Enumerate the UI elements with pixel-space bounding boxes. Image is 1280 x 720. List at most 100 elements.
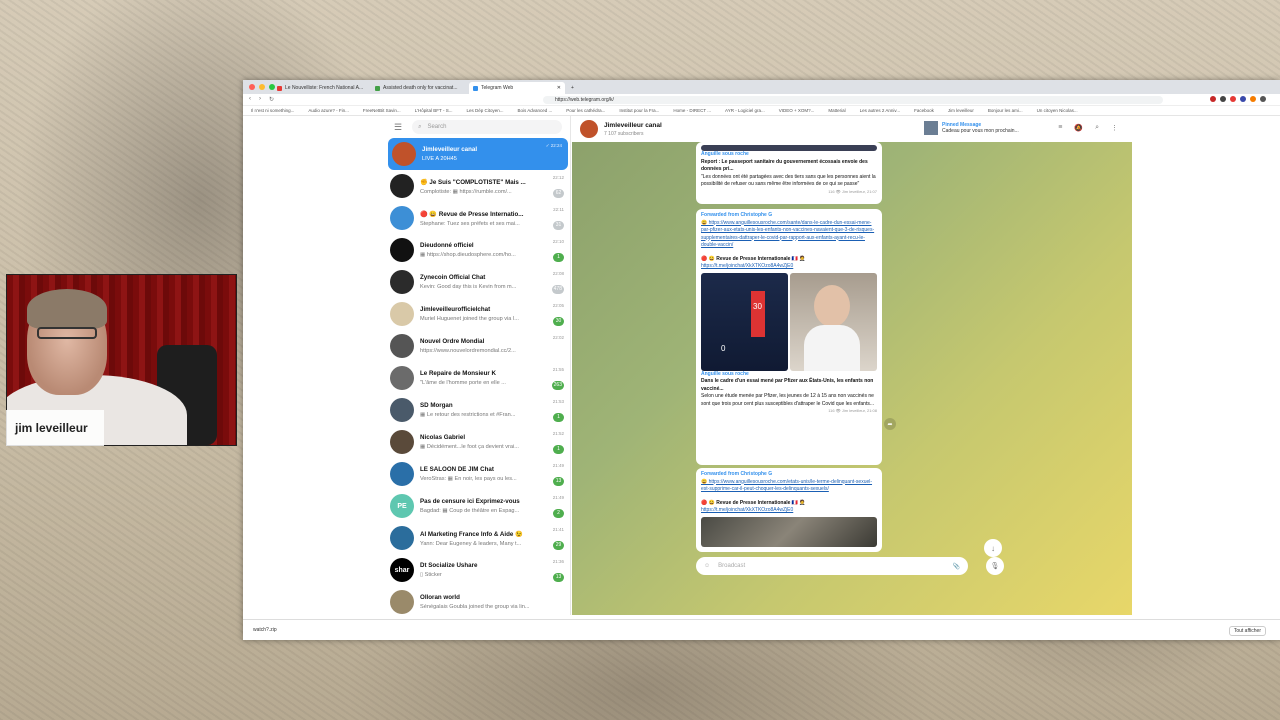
back-icon[interactable]: ‹ <box>249 96 251 103</box>
channel-post[interactable]: Anguille sous roche Report : Le passepor… <box>696 142 882 204</box>
channel-info[interactable]: Jimleveilleur canal 7 107 subscribers <box>604 122 662 137</box>
chat-list-item[interactable]: Zynecoin Official Chat Kevin: Good day t… <box>386 266 570 298</box>
chat-list-item[interactable]: Jimleveilleur canal LIVE A 20H45 ✓ 22:24 <box>388 138 568 170</box>
attach-icon[interactable]: 📎 <box>953 563 960 570</box>
person-photo <box>790 272 877 371</box>
invite-link[interactable]: https://t.me/joinchat/XkXTKOzo8A4wZjE0 <box>701 507 877 515</box>
chat-avatar <box>392 142 416 166</box>
bookmark-item[interactable]: FreeNetBit Savin... <box>363 108 401 113</box>
chat-avatar <box>390 238 414 262</box>
chat-list-item[interactable]: PE Pas de censure ici Exprimez-vous Bagd… <box>386 490 570 522</box>
search-placeholder: Search <box>427 124 447 130</box>
new-tab-button[interactable]: + <box>567 82 577 94</box>
bookmark-item[interactable]: Bonjour les ami... <box>988 108 1023 113</box>
chat-name: ✊ Je Suis "COMPLOTISTE" Mais ... <box>420 178 526 186</box>
article-link[interactable]: 😀 https://www.anguillesousroche.com/sant… <box>701 220 877 250</box>
red-bar <box>751 290 765 337</box>
chat-list-item[interactable]: Le Repaire de Monsieur K "L'âme de l'hom… <box>386 362 570 394</box>
download-item[interactable]: watch?.zip <box>253 627 277 633</box>
bookmark-item[interactable]: VIDEO + XOM?... <box>779 108 815 113</box>
minimize-window-icon[interactable] <box>259 84 265 90</box>
chat-list-item[interactable]: ✊ Je Suis "COMPLOTISTE" Mais ... Complot… <box>386 170 570 202</box>
search-input[interactable]: ⌕ Search <box>412 120 562 134</box>
chart-image: 30 0 <box>701 272 788 371</box>
close-tab-icon[interactable]: ✕ <box>557 85 561 91</box>
show-all-downloads-button[interactable]: Tout afficher <box>1228 626 1266 636</box>
chat-name: Dieudonné officiel <box>420 242 474 249</box>
extension-icon[interactable] <box>1220 96 1226 102</box>
bookmark-item[interactable]: Il n'est ni something... <box>251 108 294 113</box>
chat-time: 21:52 <box>552 431 564 436</box>
extension-icon[interactable] <box>1230 96 1236 102</box>
close-window-icon[interactable] <box>249 84 255 90</box>
bookmark-item[interactable]: AYR - Logiciel gra... <box>725 108 765 113</box>
chat-avatar: PE <box>390 494 414 518</box>
search-icon[interactable]: ⌕ <box>1095 124 1099 132</box>
chat-list-item[interactable]: shar Dt Socialize Ushare ▯ Sticker 21:36… <box>386 554 570 586</box>
post-meta: 116 👁 Jim leveilleur, 21:07 <box>828 188 877 194</box>
chat-list-item[interactable]: Jimleveilleurofficielchat Muriel Huguene… <box>386 298 570 330</box>
photo-shirt <box>804 324 860 371</box>
chat-avatar <box>390 430 414 454</box>
preview-image[interactable]: 30 0 <box>701 272 877 371</box>
chat-list-item[interactable]: Nouvel Ordre Mondial https://www.nouvelo… <box>386 330 570 362</box>
extension-icon[interactable] <box>1210 96 1216 102</box>
pinned-message[interactable]: Pinned Message Cadeau pour vous mon proc… <box>924 121 1019 135</box>
extension-icon[interactable] <box>1250 96 1256 102</box>
chat-list-item[interactable]: Nicolas Gabriel ▦ Décidément...le foot ç… <box>386 426 570 458</box>
window-controls[interactable] <box>249 84 275 90</box>
chat-preview: LIVE A 20H45 <box>422 156 457 162</box>
chat-list-item[interactable]: Olloran world Sénégalais Goubla joined t… <box>386 586 570 615</box>
share-icon[interactable]: ➦ <box>884 418 896 430</box>
browser-tab[interactable]: Assisted death only for vaccinat... <box>371 82 467 94</box>
post-sender: 🔴 😀 Revue de Presse Internationale 🇫🇷 🤵 <box>701 499 806 506</box>
chat-list-item[interactable]: AI Marketing France Info & Aide 😉 Yann: … <box>386 522 570 554</box>
chat-avatar <box>390 398 414 422</box>
channel-post[interactable]: Forwarded from Christophe G 😀 https://ww… <box>696 468 882 552</box>
bookmark-item[interactable]: Audio azure? - Fin... <box>308 108 349 113</box>
bookmark-item[interactable]: Les autres 2 Anniv... <box>860 108 900 113</box>
mute-bell-icon[interactable]: 🔕 <box>1074 124 1083 132</box>
more-icon[interactable]: ⋮ <box>1111 124 1118 132</box>
chat-time: 21:49 <box>552 495 564 500</box>
chat-avatar <box>390 206 414 230</box>
menu-icon[interactable]: ☰ <box>394 122 402 133</box>
chat-list-item[interactable]: LE SALOON DE JIM Chat VeroStras: ▦ En no… <box>386 458 570 490</box>
article-link[interactable]: 😀 https://www.anguillesousroche.com/etat… <box>701 479 877 494</box>
bookmark-item[interactable]: Matterial <box>828 108 845 113</box>
unread-badge: 62 <box>553 189 564 198</box>
emoji-icon[interactable]: ☺ <box>704 563 710 569</box>
chat-list-item[interactable]: SD Morgan ▦ Le retour des restrictions e… <box>386 394 570 426</box>
header-actions: ≡ 🔕 ⌕ ⋮ <box>1058 124 1118 132</box>
chat-name: Dt Socialize Ushare <box>420 562 478 569</box>
chat-avatar <box>390 526 414 550</box>
bookmark-item[interactable]: Jim leveilleur <box>948 108 974 113</box>
bookmarks-bar: Il n'est ni something... Audio azure? - F… <box>243 106 1280 116</box>
microphone-icon[interactable]: 🎙 <box>986 557 1004 575</box>
bookmark-item[interactable]: Un citoyen Nicolas... <box>1037 108 1078 113</box>
channel-avatar[interactable] <box>580 120 598 138</box>
scroll-down-icon[interactable]: ↓ <box>984 539 1002 557</box>
chat-text: Zynecoin Official Chat Kevin: Good day t… <box>420 274 564 290</box>
invite-link[interactable]: https://t.me/joinchat/XkXTKOzo8A4wZjE0 <box>701 263 877 271</box>
bookmark-item[interactable]: Institut pour la Fra... <box>619 108 659 113</box>
url-field[interactable]: https://web.telegram.org/k/ <box>543 96 1163 104</box>
reload-icon[interactable]: ↻ <box>269 96 274 103</box>
browser-tab-active[interactable]: Telegram Web ✕ <box>469 82 565 94</box>
profile-icon[interactable] <box>1260 96 1266 102</box>
bookmark-item[interactable]: Home - DIRECT ... <box>673 108 711 113</box>
pinned-list-icon[interactable]: ≡ <box>1058 124 1062 132</box>
bookmark-item[interactable]: Les Dép Citoyen... <box>466 108 503 113</box>
browser-tab[interactable]: Le Nouvelliste: French National A... <box>273 82 369 94</box>
bookmark-item[interactable]: Pour les cathédra... <box>566 108 605 113</box>
extension-icon[interactable] <box>1240 96 1246 102</box>
channel-post[interactable]: Forwarded from Christophe G 😀 https://ww… <box>696 209 882 465</box>
bookmark-item[interactable]: L'Hôpital BFT - S... <box>415 108 453 113</box>
chat-list-item[interactable]: 🔴 😀 Revue de Presse Internatio... Stepha… <box>386 202 570 234</box>
chat-list-item[interactable]: Dieudonné officiel ▦ https://shop.dieudo… <box>386 234 570 266</box>
chat-time: 22:10 <box>552 239 564 244</box>
bookmark-item[interactable]: Facebook <box>914 108 934 113</box>
bookmark-item[interactable]: Bois Advanced ... <box>518 108 553 113</box>
message-composer[interactable]: ☺ Broadcast 📎 <box>696 557 968 575</box>
forward-icon[interactable]: › <box>259 96 261 103</box>
